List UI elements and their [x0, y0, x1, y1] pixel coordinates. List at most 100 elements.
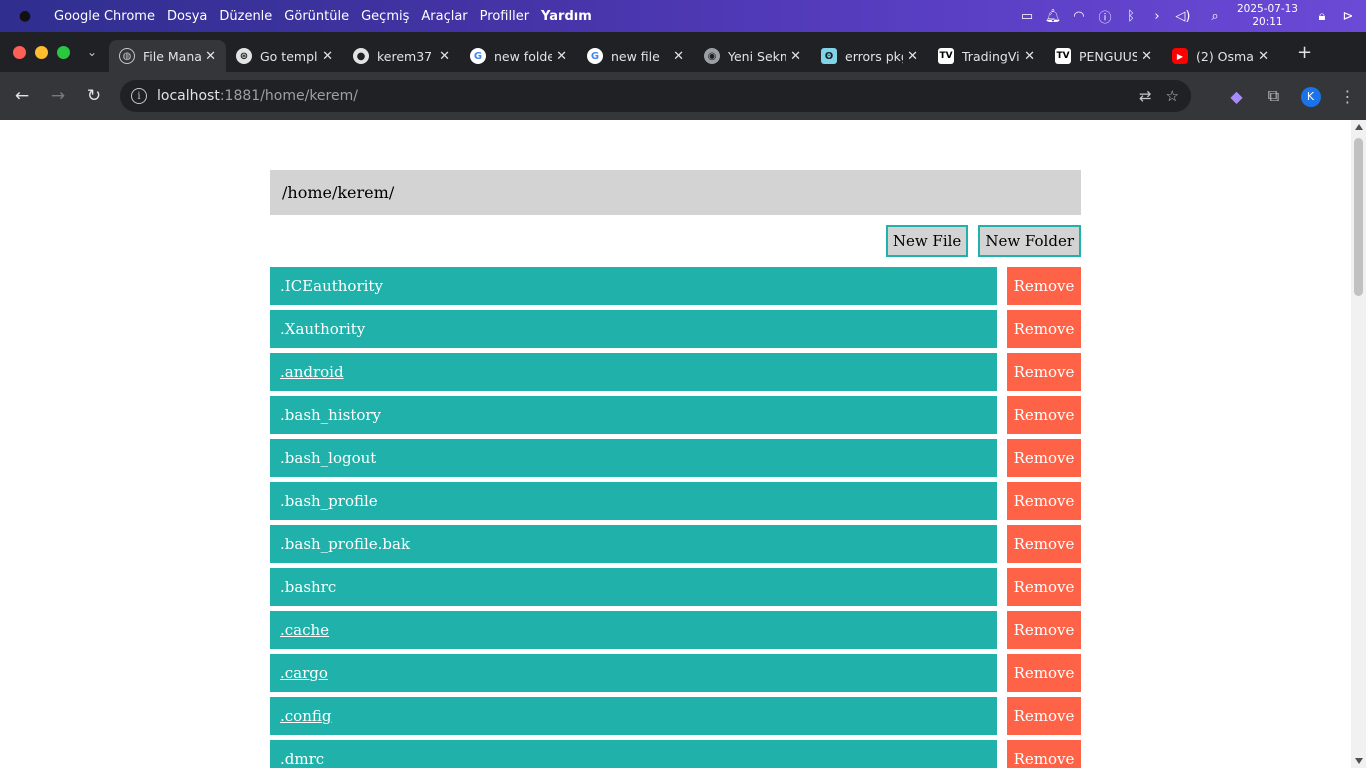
file-name[interactable]: .bash_profile.bak	[270, 525, 997, 563]
menu-help[interactable]: Yardım	[541, 9, 592, 24]
file-name[interactable]: .bashrc	[270, 568, 997, 606]
chevron-right-icon[interactable]: ›	[1145, 9, 1169, 24]
translate-icon[interactable]: ⇄	[1139, 87, 1152, 105]
menu-tools[interactable]: Araçlar	[421, 9, 467, 24]
menu-history[interactable]: Geçmiş	[361, 9, 409, 24]
tab-new-tab[interactable]: ◉ Yeni Sekme ✕	[694, 40, 811, 72]
tab-close-icon[interactable]: ✕	[322, 49, 333, 64]
remove-button[interactable]: Remove	[1007, 353, 1081, 391]
clock[interactable]: 2025-07-13 20:11	[1237, 3, 1298, 29]
remove-button[interactable]: Remove	[1007, 396, 1081, 434]
tab-search-chevron-icon[interactable]: ⌄	[81, 45, 103, 59]
menu-app-name[interactable]: Google Chrome	[54, 9, 155, 24]
file-name[interactable]: .bash_profile	[270, 482, 997, 520]
openai-icon: ⊛	[236, 48, 252, 64]
forward-arrow-icon[interactable]: →	[40, 86, 76, 106]
extensions-puzzle-icon[interactable]: ⧉	[1255, 86, 1292, 106]
folder-link[interactable]: .cache	[270, 611, 997, 649]
tab-go-templates[interactable]: ⊛ Go templates ✕	[226, 40, 343, 72]
extension-gem-icon[interactable]: ◆	[1218, 87, 1255, 106]
site-info-icon[interactable]: i	[131, 88, 147, 104]
remove-button[interactable]: Remove	[1007, 310, 1081, 348]
control-center-icon[interactable]: ⊳	[1336, 9, 1360, 24]
battery-icon[interactable]: ▭	[1015, 9, 1039, 24]
scroll-down-arrow-icon[interactable]	[1355, 758, 1363, 764]
tab-title: File Manager	[143, 48, 201, 64]
tab-title: kerem37	[377, 48, 433, 64]
tab-close-icon[interactable]: ✕	[673, 49, 684, 64]
url-host: localhost	[157, 88, 220, 104]
tab-new-folder-search[interactable]: G new folder ✕	[460, 40, 577, 72]
remove-button[interactable]: Remove	[1007, 568, 1081, 606]
file-name[interactable]: .bash_logout	[270, 439, 997, 477]
remove-button[interactable]: Remove	[1007, 525, 1081, 563]
remove-button[interactable]: Remove	[1007, 697, 1081, 735]
file-name[interactable]: .ICEauthority	[270, 267, 997, 305]
apple-menu-icon[interactable]: ●	[15, 8, 35, 24]
tab-close-icon[interactable]: ✕	[1024, 49, 1035, 64]
wifi-icon[interactable]: ◠	[1067, 9, 1091, 24]
remove-button[interactable]: Remove	[1007, 482, 1081, 520]
tab-close-icon[interactable]: ✕	[790, 49, 801, 64]
lock-icon[interactable]: 🔒︎	[1310, 9, 1334, 24]
current-path-header: /home/kerem/	[270, 170, 1081, 215]
page-scrollbar[interactable]	[1351, 120, 1366, 768]
tab-penguusdt[interactable]: TV PENGUUSDT ✕	[1045, 40, 1162, 72]
remove-button[interactable]: Remove	[1007, 740, 1081, 768]
kebab-menu-icon[interactable]: ⋮	[1329, 87, 1366, 106]
tab-new-file-search[interactable]: G new file ✕	[577, 40, 694, 72]
tab-github[interactable]: ● kerem37 ✕	[343, 40, 460, 72]
search-icon[interactable]: ⌕	[1203, 9, 1227, 24]
browser-toolbar: ← → ↻ i localhost:1881/home/kerem/ ⇄ ☆ ◆…	[0, 72, 1366, 120]
remove-button[interactable]: Remove	[1007, 611, 1081, 649]
remove-button[interactable]: Remove	[1007, 267, 1081, 305]
folder-link[interactable]: .android	[270, 353, 997, 391]
notification-bell-icon[interactable]: 🔔︎	[1041, 9, 1065, 24]
tab-close-icon[interactable]: ✕	[1258, 49, 1269, 64]
folder-link[interactable]: .config	[270, 697, 997, 735]
new-folder-button[interactable]: New Folder	[978, 225, 1081, 257]
tab-close-icon[interactable]: ✕	[439, 49, 450, 64]
menu-file[interactable]: Dosya	[167, 9, 207, 24]
scroll-up-arrow-icon[interactable]	[1355, 124, 1363, 130]
github-icon: ●	[353, 48, 369, 64]
maximize-window-button[interactable]	[57, 45, 70, 59]
file-row: .bash_history Remove	[270, 396, 1081, 434]
tab-youtube[interactable]: ▶ (2) Osman ✕	[1162, 40, 1279, 72]
close-window-button[interactable]	[13, 45, 26, 59]
tab-file-manager[interactable]: ◍ File Manager ✕	[109, 40, 226, 72]
remove-button[interactable]: Remove	[1007, 439, 1081, 477]
file-name[interactable]: .bash_history	[270, 396, 997, 434]
folder-row: .android Remove	[270, 353, 1081, 391]
back-arrow-icon[interactable]: ←	[4, 86, 40, 106]
file-name[interactable]: .dmrc	[270, 740, 997, 768]
file-row: .bashrc Remove	[270, 568, 1081, 606]
menu-edit[interactable]: Düzenle	[219, 9, 272, 24]
tab-errors-pkg[interactable]: ʘ errors pkg ✕	[811, 40, 928, 72]
tab-tradingview[interactable]: TV TradingView ✕	[928, 40, 1045, 72]
info-icon[interactable]: ⓘ	[1093, 7, 1117, 26]
tab-close-icon[interactable]: ✕	[907, 49, 918, 64]
file-row: .ICEauthority Remove	[270, 267, 1081, 305]
remove-button[interactable]: Remove	[1007, 654, 1081, 692]
folder-row: .cargo Remove	[270, 654, 1081, 692]
tab-close-icon[interactable]: ✕	[556, 49, 567, 64]
bookmark-star-icon[interactable]: ☆	[1166, 87, 1179, 105]
tab-close-icon[interactable]: ✕	[205, 49, 216, 64]
tab-close-icon[interactable]: ✕	[1141, 49, 1152, 64]
minimize-window-button[interactable]	[35, 45, 48, 59]
bluetooth-icon[interactable]: ᛒ	[1119, 9, 1143, 24]
menu-profiles[interactable]: Profiller	[480, 9, 529, 24]
profile-avatar-button[interactable]: K	[1292, 85, 1329, 107]
file-name[interactable]: .Xauthority	[270, 310, 997, 348]
scrollbar-thumb[interactable]	[1354, 138, 1363, 296]
new-file-button[interactable]: New File	[885, 225, 969, 257]
reload-icon[interactable]: ↻	[76, 86, 112, 106]
address-bar[interactable]: i localhost:1881/home/kerem/ ⇄ ☆	[120, 80, 1191, 112]
new-tab-plus-icon[interactable]: +	[1297, 42, 1312, 63]
folder-link[interactable]: .cargo	[270, 654, 997, 692]
tab-title: TradingView	[962, 48, 1020, 64]
menu-view[interactable]: Görüntüle	[284, 9, 349, 24]
window-controls	[13, 45, 79, 59]
volume-icon[interactable]: ◁)	[1171, 9, 1195, 24]
